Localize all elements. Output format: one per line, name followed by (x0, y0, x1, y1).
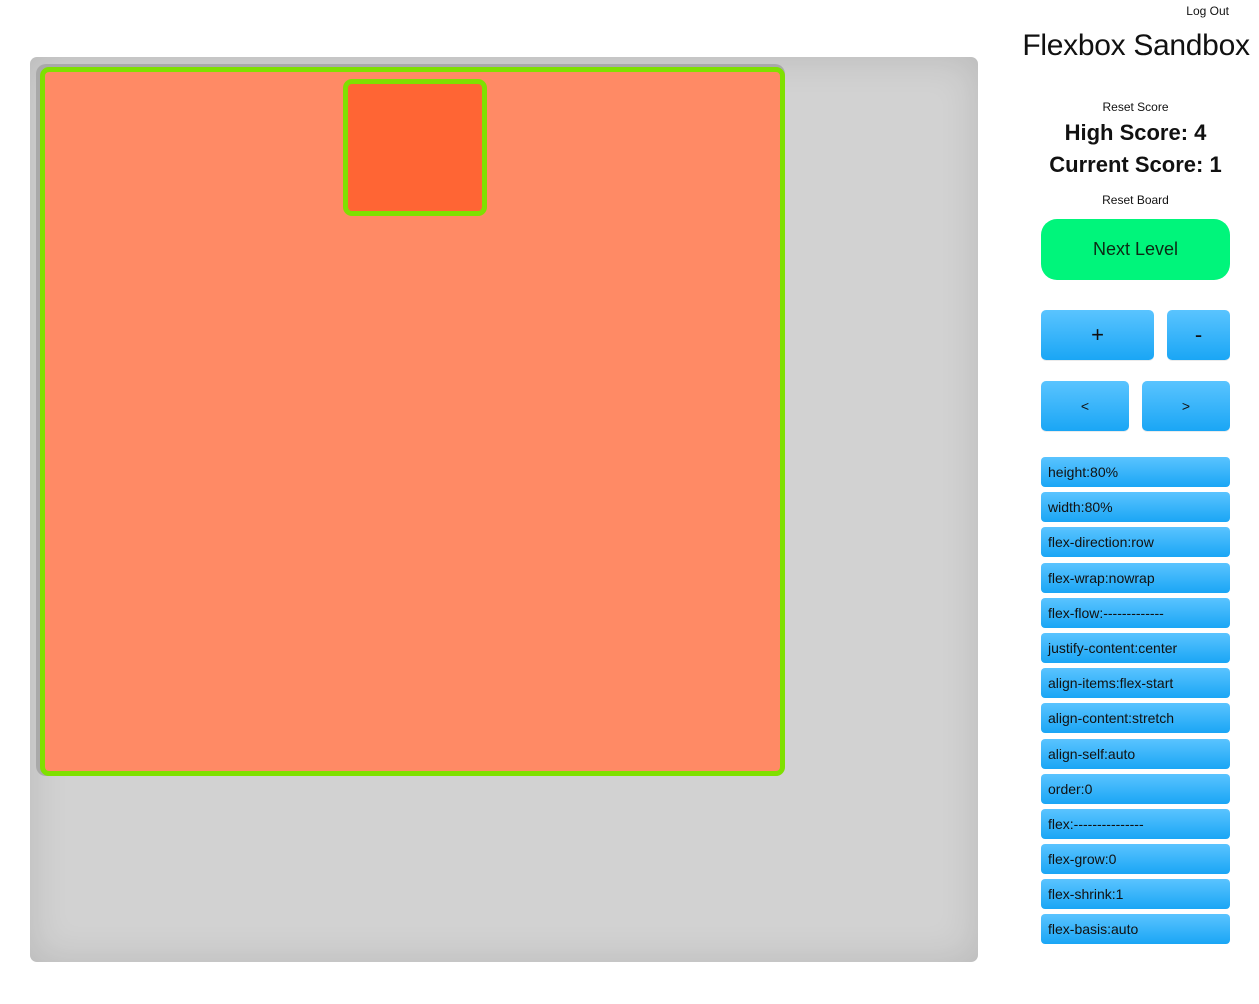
prop-width-button[interactable]: width:80% (1041, 492, 1230, 523)
prop-justify-content-button[interactable]: justify-content:center (1041, 632, 1230, 663)
next-level-button[interactable]: Next Level (1041, 219, 1230, 280)
page-title: Flexbox Sandbox (1022, 29, 1250, 62)
prop-align-content-button[interactable]: align-content:stretch (1041, 703, 1230, 734)
current-score: Current Score: 1 (1049, 152, 1222, 177)
prop-flex-button[interactable]: flex:--------------- (1041, 808, 1230, 839)
property-list: height:80% width:80% flex-direction:row … (1041, 457, 1230, 950)
prop-flex-basis-button[interactable]: flex-basis:auto (1041, 914, 1230, 945)
reset-score-link[interactable]: Reset Score (1041, 100, 1230, 114)
prop-align-self-button[interactable]: align-self:auto (1041, 738, 1230, 769)
logout-link[interactable]: Log Out (1186, 4, 1229, 18)
reset-board-link[interactable]: Reset Board (1041, 193, 1230, 207)
next-item-button[interactable]: > (1142, 381, 1230, 431)
prop-height-button[interactable]: height:80% (1041, 457, 1230, 487)
prop-order-button[interactable]: order:0 (1041, 773, 1230, 804)
prop-flex-wrap-button[interactable]: flex-wrap:nowrap (1041, 562, 1230, 593)
sandbox-board (30, 57, 978, 962)
high-score: High Score: 4 (1064, 120, 1207, 145)
prop-flex-direction-button[interactable]: flex-direction:row (1041, 527, 1230, 558)
previous-item-button[interactable]: < (1041, 381, 1129, 431)
prop-align-items-button[interactable]: align-items:flex-start (1041, 668, 1230, 699)
flex-item[interactable] (343, 79, 487, 216)
prop-flex-grow-button[interactable]: flex-grow:0 (1041, 844, 1230, 875)
add-item-button[interactable]: + (1041, 310, 1154, 360)
flex-container[interactable] (40, 67, 785, 776)
prop-flex-shrink-button[interactable]: flex-shrink:1 (1041, 879, 1230, 910)
remove-item-button[interactable]: - (1167, 310, 1230, 360)
prop-flex-flow-button[interactable]: flex-flow:------------- (1041, 597, 1230, 628)
